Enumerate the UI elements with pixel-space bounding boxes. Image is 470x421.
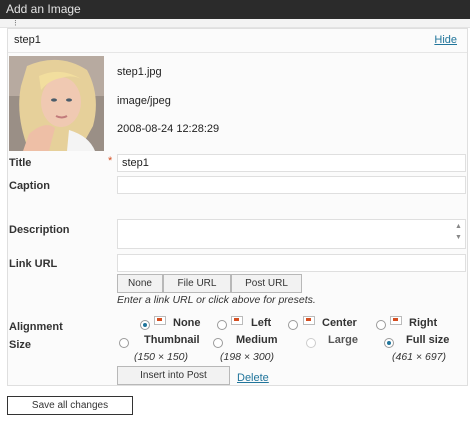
size-full-radio[interactable] <box>384 338 394 348</box>
link-post-url-button[interactable]: Post URL <box>231 274 302 293</box>
link-none-button[interactable]: None <box>117 274 163 293</box>
link-url-input[interactable] <box>117 254 466 272</box>
size-medium-dims: (198 × 300) <box>220 351 274 363</box>
title-label: Title <box>9 157 32 169</box>
link-url-label: Link URL <box>9 258 58 270</box>
tab-marker-icon: ⁝ <box>14 18 17 28</box>
tab-strip <box>0 19 470 28</box>
align-center-icon <box>303 316 315 325</box>
align-none-radio[interactable] <box>140 320 150 330</box>
align-center-label[interactable]: Center <box>322 317 357 329</box>
size-thumbnail-dims: (150 × 150) <box>134 351 188 363</box>
caption-label: Caption <box>9 180 50 192</box>
description-label: Description <box>9 224 70 236</box>
align-none-label[interactable]: None <box>173 317 201 329</box>
size-thumbnail-label[interactable]: Thumbnail <box>144 334 200 346</box>
insert-into-post-button[interactable]: Insert into Post <box>117 366 230 385</box>
align-left-radio[interactable] <box>217 320 227 330</box>
meta-upload-date: 2008-08-24 12:28:29 <box>117 123 220 135</box>
required-marker: * <box>108 155 113 167</box>
alignment-label: Alignment <box>9 321 63 333</box>
align-none-icon <box>154 316 166 325</box>
hide-link[interactable]: Hide <box>434 34 457 46</box>
size-large-radio <box>306 338 316 348</box>
meta-mime-type: image/jpeg <box>117 95 171 107</box>
size-medium-label[interactable]: Medium <box>236 334 278 346</box>
link-file-url-button[interactable]: File URL <box>163 274 231 293</box>
meta-filename: step1.jpg <box>117 66 162 78</box>
align-right-label[interactable]: Right <box>409 317 437 329</box>
media-filename: step1 <box>14 34 41 46</box>
title-input[interactable]: step1 <box>117 154 466 172</box>
size-label: Size <box>9 339 32 351</box>
size-large-label: Large <box>328 334 358 346</box>
size-full-label[interactable]: Full size <box>406 334 449 346</box>
divider <box>8 52 467 53</box>
align-left-label[interactable]: Left <box>251 317 271 329</box>
window-title: Add an Image <box>0 0 470 19</box>
save-all-changes-button[interactable]: Save all changes <box>7 396 133 415</box>
align-left-icon <box>231 316 243 325</box>
align-right-radio[interactable] <box>376 320 386 330</box>
image-thumbnail <box>9 56 104 151</box>
caption-input[interactable] <box>117 176 466 194</box>
size-medium-radio[interactable] <box>213 338 223 348</box>
align-right-icon <box>390 316 402 325</box>
align-center-radio[interactable] <box>288 320 298 330</box>
size-thumbnail-radio[interactable] <box>119 338 129 348</box>
size-full-dims: (461 × 697) <box>392 351 446 363</box>
textarea-scrollbar[interactable]: ▲ ▼ <box>453 221 464 247</box>
link-help-text: Enter a link URL or click above for pres… <box>117 294 316 306</box>
description-textarea[interactable]: ▲ ▼ <box>117 219 466 249</box>
delete-link[interactable]: Delete <box>237 372 269 384</box>
